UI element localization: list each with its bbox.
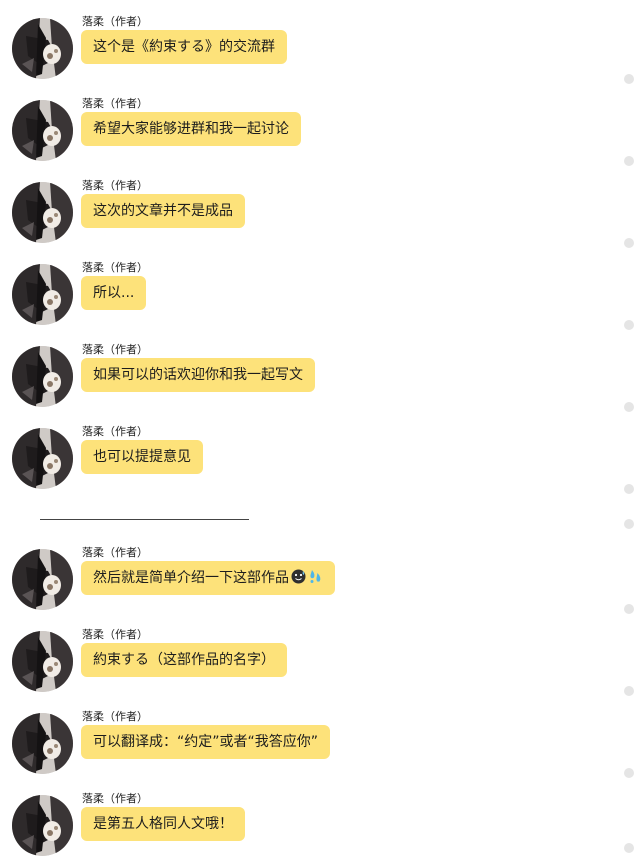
message-text: 然后就是简单介绍一下这部作品 <box>93 570 289 586</box>
message-bubble[interactable]: 这个是《約束する》的交流群 <box>81 30 287 64</box>
message-bubble[interactable]: 所以... <box>81 276 147 310</box>
sweat-smile-emoji-icon <box>291 563 306 584</box>
author-avatar[interactable] <box>12 713 73 774</box>
message-bubble[interactable]: 希望大家能够进群和我一起讨论 <box>81 112 301 146</box>
author-name: 落柔（作者） <box>82 710 148 723</box>
message-bubble[interactable]: 約束する（这部作品的名字） <box>81 643 287 677</box>
author-avatar[interactable] <box>12 631 73 692</box>
message-bubble[interactable]: 也可以提提意见 <box>81 440 203 474</box>
author-avatar[interactable] <box>12 346 73 407</box>
author-avatar[interactable] <box>12 182 73 243</box>
message-bubble[interactable]: 是第五人格同人文哦！ <box>81 807 245 841</box>
author-name: 落柔（作者） <box>82 179 148 192</box>
author-name: 落柔（作者） <box>82 792 148 805</box>
author-avatar[interactable] <box>12 264 73 325</box>
scroll-marker <box>624 74 634 84</box>
author-name: 落柔（作者） <box>82 261 148 274</box>
scroll-marker <box>624 843 634 853</box>
author-avatar[interactable] <box>12 549 73 610</box>
author-name: 落柔（作者） <box>82 343 148 356</box>
message-bubble[interactable]: 这次的文章并不是成品 <box>81 194 245 228</box>
scroll-marker <box>624 402 634 412</box>
author-name: 落柔（作者） <box>82 425 148 438</box>
scroll-marker <box>624 320 634 330</box>
message-bubble[interactable]: 然后就是简单介绍一下这部作品 <box>81 561 335 595</box>
message-bubble[interactable]: 可以翻译成：“约定”或者“我答应你” <box>81 725 331 759</box>
scroll-marker <box>624 604 634 614</box>
scroll-marker <box>624 484 634 494</box>
author-name: 落柔（作者） <box>82 15 148 28</box>
author-name: 落柔（作者） <box>82 97 148 110</box>
scroll-marker <box>624 156 634 166</box>
scroll-marker <box>624 519 634 529</box>
author-avatar[interactable] <box>12 100 73 161</box>
author-avatar[interactable] <box>12 18 73 79</box>
scroll-marker <box>624 686 634 696</box>
author-avatar[interactable] <box>12 795 73 856</box>
scroll-marker <box>624 238 634 248</box>
scroll-marker <box>624 768 634 778</box>
section-divider <box>40 519 249 520</box>
sweat-drops-emoji-icon <box>308 563 323 583</box>
message-bubble[interactable]: 如果可以的话欢迎你和我一起写文 <box>81 358 315 392</box>
author-avatar[interactable] <box>12 428 73 489</box>
author-name: 落柔（作者） <box>82 628 148 641</box>
author-name: 落柔（作者） <box>82 546 148 559</box>
